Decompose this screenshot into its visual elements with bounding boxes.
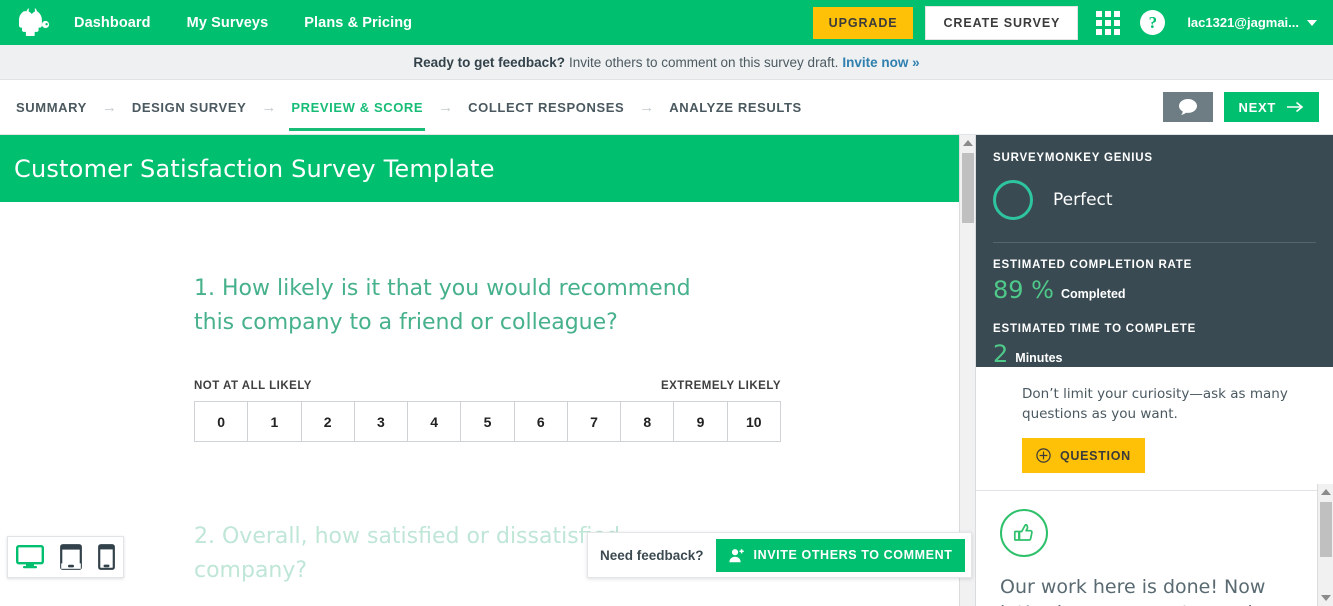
nps-scale: 0 1 2 3 4 5 6 7 8 9 10 bbox=[194, 401, 781, 443]
scale-option[interactable]: 5 bbox=[460, 401, 514, 443]
genius-tip-text: Don’t limit your curiosity—ask as many q… bbox=[1022, 386, 1288, 422]
genius-panel: SURVEYMONKEY GENIUS Perfect ESTIMATED CO… bbox=[975, 135, 1333, 606]
nav-link-dashboard[interactable]: Dashboard bbox=[74, 15, 151, 31]
genius-heading: SURVEYMONKEY GENIUS bbox=[993, 152, 1153, 164]
step-analyze-results[interactable]: ANALYZE RESULTS bbox=[667, 83, 804, 131]
feedback-toast: Need feedback? INVITE OTHERS TO COMMENT … bbox=[587, 532, 972, 578]
scale-option[interactable]: 6 bbox=[513, 401, 567, 443]
completion-rate-title: ESTIMATED COMPLETION RATE bbox=[993, 259, 1193, 271]
genius-score-row: Perfect bbox=[993, 180, 1316, 220]
add-question-label: QUESTION bbox=[1060, 448, 1131, 463]
invite-button-label: INVITE OTHERS TO COMMENT bbox=[753, 548, 953, 562]
survey-title: Customer Satisfaction Survey Template bbox=[14, 154, 495, 183]
invite-now-link[interactable]: Invite now » bbox=[842, 55, 919, 70]
scale-option[interactable]: 0 bbox=[194, 401, 248, 443]
survey-workflow-steps: SUMMARY → DESIGN SURVEY → PREVIEW & SCOR… bbox=[0, 80, 1333, 135]
scale-option[interactable]: 9 bbox=[673, 401, 727, 443]
step-collect-responses[interactable]: COLLECT RESPONSES bbox=[466, 83, 626, 131]
step-design-survey[interactable]: DESIGN SURVEY bbox=[130, 83, 248, 131]
step-arrow-icon: → bbox=[438, 98, 454, 116]
step-arrow-icon: → bbox=[639, 98, 655, 116]
scroll-down-arrow-icon[interactable] bbox=[1318, 590, 1333, 606]
scale-option[interactable]: 1 bbox=[247, 401, 301, 443]
step-arrow-icon: → bbox=[101, 98, 117, 116]
nps-scale-labels: NOT AT ALL LIKELY EXTREMELY LIKELY bbox=[194, 380, 781, 392]
survey-preview-pane: Customer Satisfaction Survey Template 1.… bbox=[0, 135, 975, 606]
primary-nav-links: Dashboard My Surveys Plans & Pricing bbox=[74, 15, 412, 31]
plus-circle-icon bbox=[1036, 448, 1051, 463]
invite-others-to-comment-button[interactable]: INVITE OTHERS TO COMMENT bbox=[715, 538, 966, 572]
time-to-complete-suffix: Minutes bbox=[1015, 351, 1063, 365]
scrollbar-thumb[interactable] bbox=[962, 153, 974, 223]
surveymonkey-app: Dashboard My Surveys Plans & Pricing UPG… bbox=[0, 0, 1333, 606]
scale-option[interactable]: 2 bbox=[300, 401, 354, 443]
notice-text: Invite others to comment on this survey … bbox=[568, 54, 839, 70]
scale-option[interactable]: 10 bbox=[726, 401, 781, 443]
scroll-up-arrow-icon[interactable] bbox=[1318, 484, 1333, 500]
scale-option[interactable]: 7 bbox=[566, 401, 621, 443]
time-to-complete-block: ESTIMATED TIME TO COMPLETE 2 Minutes bbox=[993, 323, 1316, 368]
tablet-icon[interactable] bbox=[60, 544, 82, 570]
scale-option[interactable]: 8 bbox=[620, 401, 674, 443]
arrow-right-icon bbox=[1287, 101, 1304, 113]
notice-bold-text: Ready to get feedback? bbox=[413, 54, 565, 70]
step-preview-and-score[interactable]: PREVIEW & SCORE bbox=[289, 83, 425, 131]
steps-actions: NEXT bbox=[1162, 92, 1319, 122]
completion-rate-suffix: Completed bbox=[1060, 287, 1126, 301]
create-survey-button[interactable]: CREATE SURVEY bbox=[925, 5, 1079, 40]
genius-done-section: Our work here is done! Now let’s choose … bbox=[976, 491, 1333, 606]
comment-bubble-icon[interactable] bbox=[1162, 92, 1213, 122]
step-arrow-icon: → bbox=[261, 98, 277, 116]
nav-right-group: UPGRADE CREATE SURVEY ? lac1321@jagmai..… bbox=[812, 5, 1321, 40]
scale-right-label: EXTREMELY LIKELY bbox=[660, 380, 781, 393]
nav-link-plans-pricing[interactable]: Plans & Pricing bbox=[304, 15, 412, 31]
mobile-icon[interactable] bbox=[98, 544, 115, 570]
survey-questions-container: 1. How likely is it that you would recom… bbox=[0, 202, 975, 588]
next-button-label: NEXT bbox=[1238, 99, 1276, 115]
completion-rate-block: ESTIMATED COMPLETION RATE 89 % Completed bbox=[993, 259, 1316, 304]
grid-apps-icon[interactable] bbox=[1096, 10, 1121, 35]
genius-score-section: SURVEYMONKEY GENIUS Perfect ESTIMATED CO… bbox=[976, 135, 1333, 368]
step-summary[interactable]: SUMMARY bbox=[14, 83, 89, 131]
score-ring-icon bbox=[993, 180, 1033, 220]
main-content-area: Customer Satisfaction Survey Template 1.… bbox=[0, 135, 1333, 606]
thumbs-up-icon bbox=[1000, 509, 1048, 558]
nav-link-my-surveys[interactable]: My Surveys bbox=[187, 15, 269, 31]
question-1-text: 1. How likely is it that you would recom… bbox=[194, 276, 691, 336]
scale-left-label: NOT AT ALL LIKELY bbox=[194, 380, 312, 393]
user-account-menu[interactable]: lac1321@jagmai... bbox=[1187, 15, 1317, 30]
upgrade-button[interactable]: UPGRADE bbox=[812, 6, 914, 39]
scale-option[interactable]: 4 bbox=[407, 401, 461, 443]
add-person-icon bbox=[728, 548, 744, 562]
user-email-label: lac1321@jagmai... bbox=[1187, 15, 1299, 30]
top-navigation-bar: Dashboard My Surveys Plans & Pricing UPG… bbox=[0, 0, 1333, 45]
survey-title-banner: Customer Satisfaction Survey Template bbox=[0, 135, 975, 202]
genius-score-label: Perfect bbox=[1053, 190, 1113, 210]
genius-divider bbox=[993, 242, 1316, 243]
toast-label: Need feedback? bbox=[600, 547, 704, 563]
time-to-complete-title: ESTIMATED TIME TO COMPLETE bbox=[993, 323, 1197, 335]
genius-panel-scrollbar[interactable] bbox=[1317, 484, 1333, 606]
scale-option[interactable]: 3 bbox=[353, 401, 408, 443]
device-preview-toggle bbox=[7, 536, 124, 578]
question-mark-icon[interactable]: ? bbox=[1140, 10, 1166, 35]
scroll-up-arrow-icon[interactable] bbox=[960, 135, 975, 151]
scrollbar-thumb[interactable] bbox=[1320, 502, 1332, 557]
chevron-down-icon bbox=[1307, 19, 1317, 26]
genius-done-text: Our work here is done! Now let’s choose … bbox=[1000, 576, 1266, 606]
add-question-button[interactable]: QUESTION bbox=[1022, 438, 1145, 474]
feedback-notice-bar: Ready to get feedback? Invite others to … bbox=[0, 45, 1333, 80]
time-to-complete-value: 2 bbox=[993, 340, 1009, 368]
completion-rate-value: 89 % bbox=[993, 276, 1054, 304]
surveymonkey-logo-icon[interactable] bbox=[12, 7, 54, 38]
genius-tip-section: Don’t limit your curiosity—ask as many q… bbox=[976, 367, 1333, 492]
desktop-icon[interactable] bbox=[16, 545, 44, 569]
next-button[interactable]: NEXT bbox=[1223, 92, 1319, 122]
